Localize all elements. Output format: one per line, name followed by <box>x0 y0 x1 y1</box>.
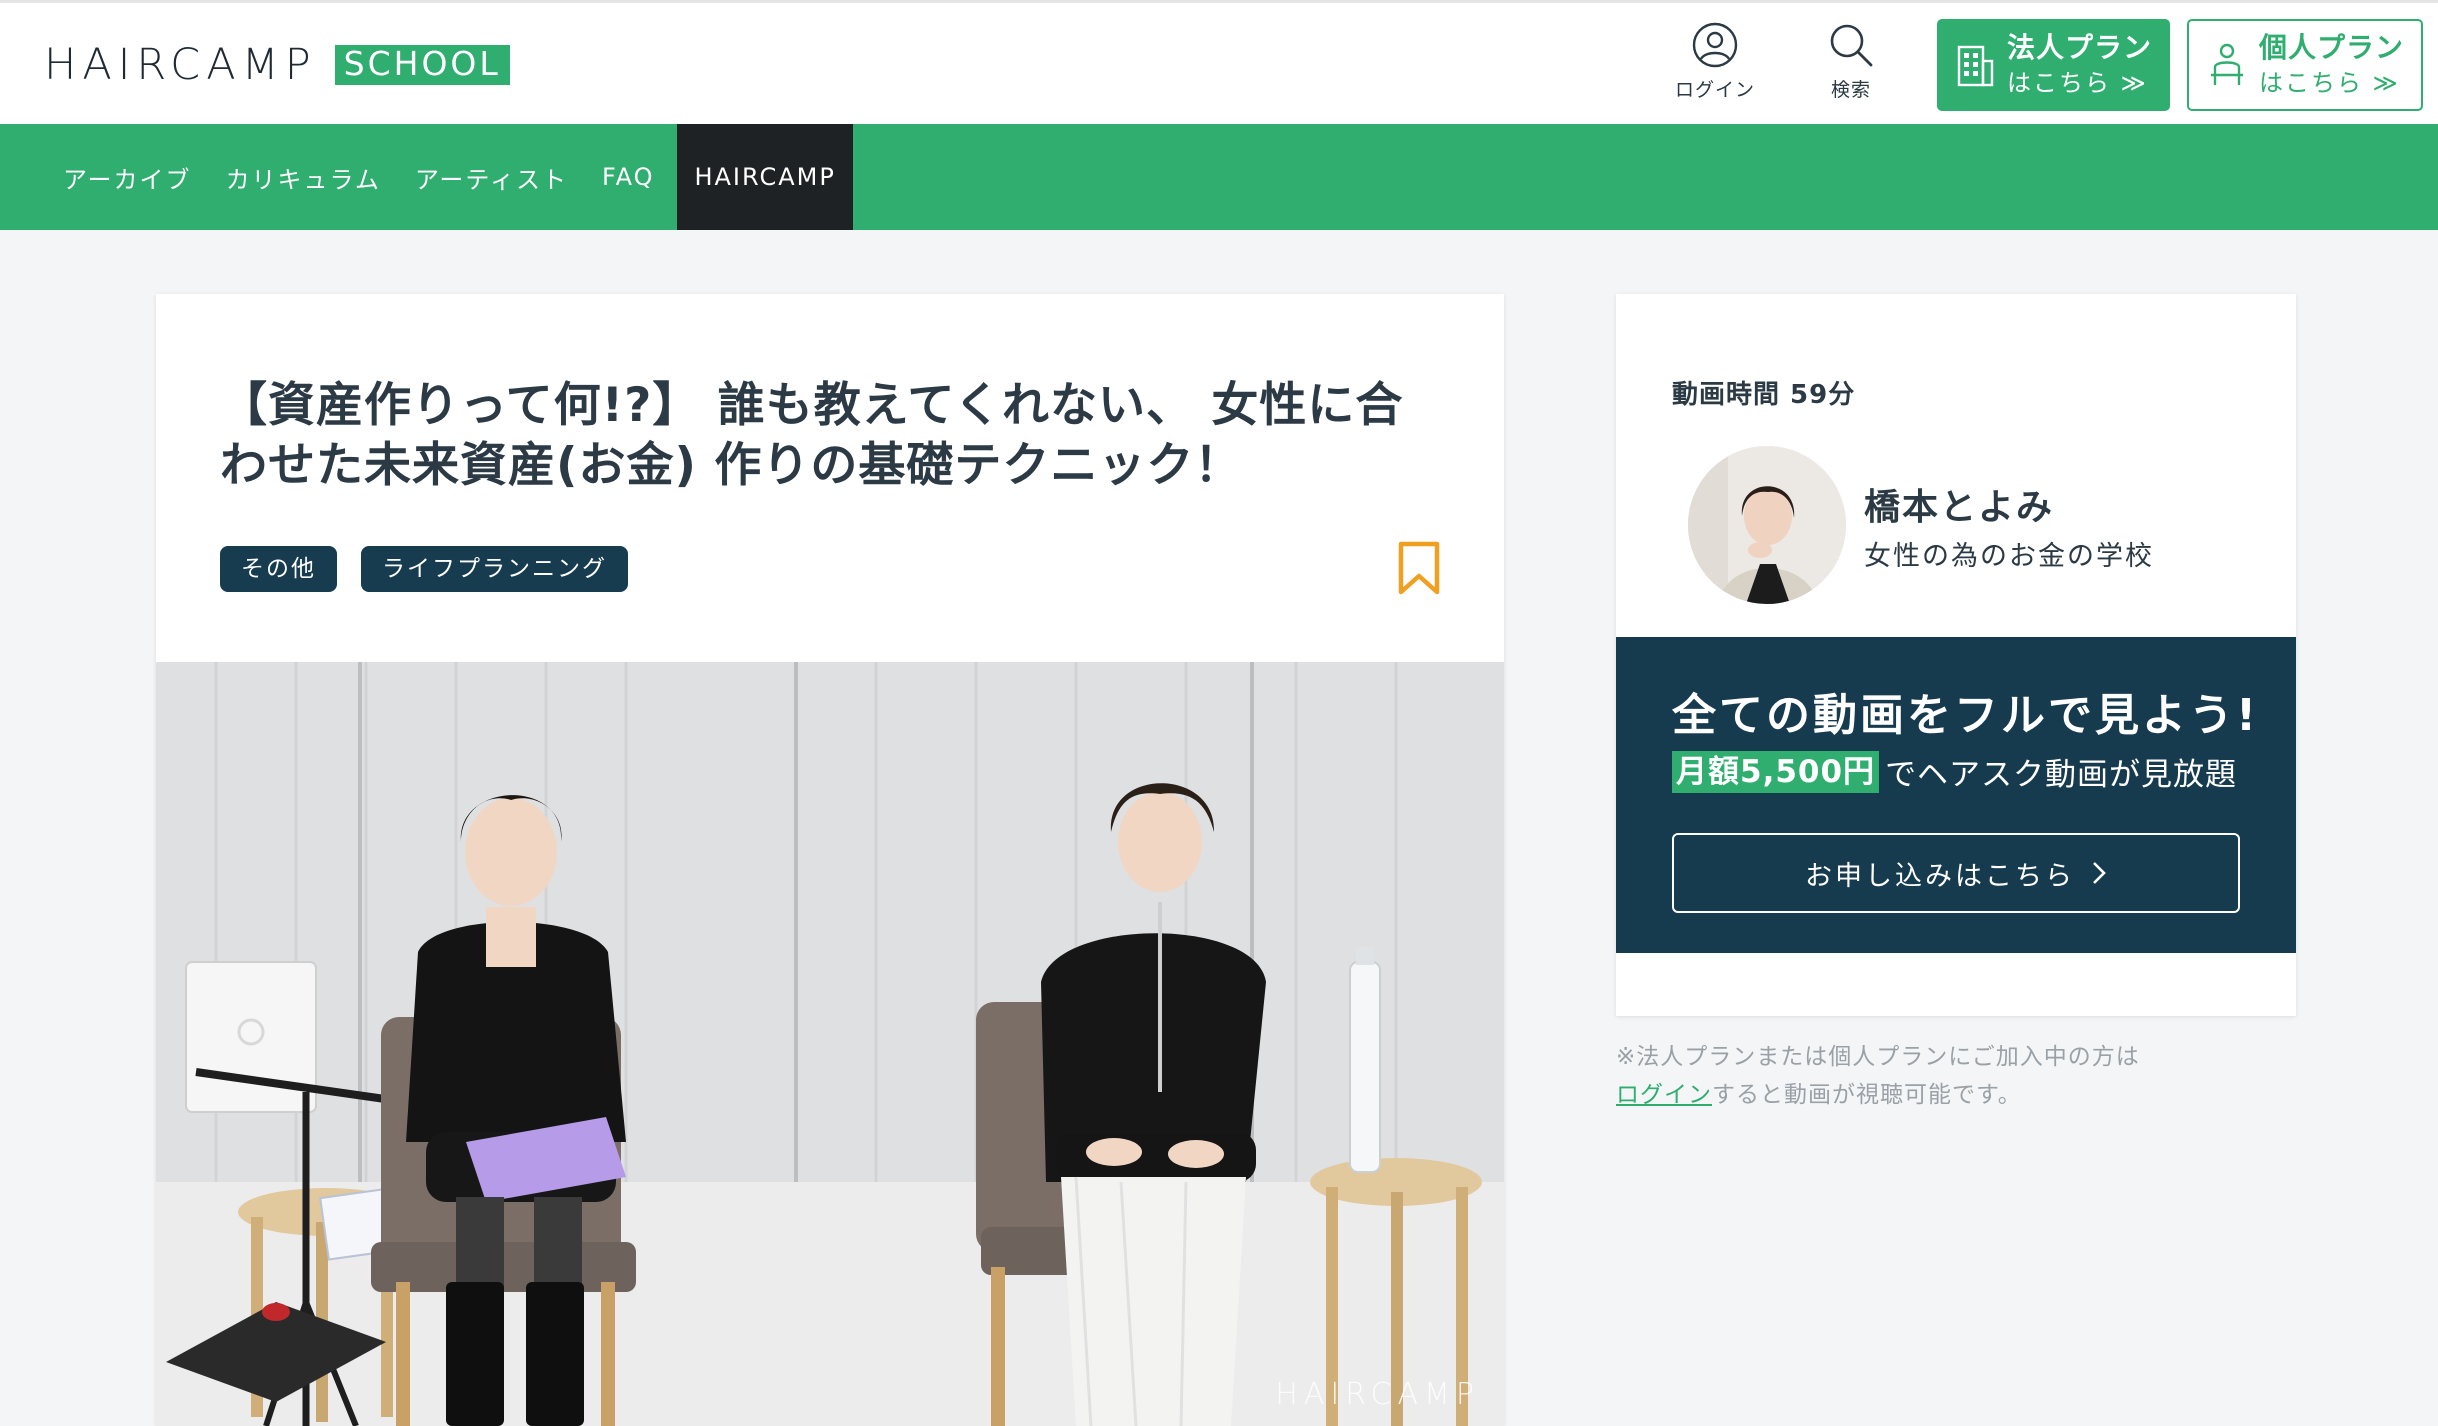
individual-plan-button[interactable]: 個人プラン はこちら ≫ <box>2187 19 2423 111</box>
apply-button[interactable]: お申し込みはこちら <box>1672 833 2240 913</box>
tag-life-planning[interactable]: ライフプランニング <box>361 546 628 592</box>
login-label: ログイン <box>1674 79 1755 101</box>
site-logo[interactable]: HAIRCAMP SCHOOL <box>44 39 510 91</box>
nav-item-haircamp[interactable]: HAIRCAMP <box>677 124 853 230</box>
video-duration: 動画時間 59分 <box>1672 380 1856 410</box>
promo-price: 月額5,500円 <box>1672 750 1880 793</box>
individual-plan-sub: はこちら ≫ <box>2259 69 2400 97</box>
corporate-plan-sub: はこちら ≫ <box>2007 69 2148 97</box>
search-label: 検索 <box>1830 79 1871 101</box>
sidebar-card: 動画時間 59分 橋本とよみ 女性の為のお金の学校 全ての動画をフルで見よう! … <box>1616 294 2296 1016</box>
apply-button-label: お申し込みはこちら <box>1805 860 2075 892</box>
main-nav: アーカイブ カリキュラム アーティスト FAQ HAIRCAMP <box>0 124 2438 230</box>
login-note: ※法人プランまたは個人プランにご加入中の方は ログインすると動画が視聴可能です。 <box>1616 1038 2296 1114</box>
chevron-right-icon <box>2093 862 2106 884</box>
tag-list: その他 ライフプランニング <box>220 546 628 592</box>
note-line: ※法人プランまたは個人プランにご加入中の方は <box>1616 1044 2140 1070</box>
user-icon <box>1692 22 1738 68</box>
promo-subtext: 月額5,500円 でヘアスク動画が見放題 <box>1672 749 2237 794</box>
artist-photo <box>1688 446 1846 604</box>
building-icon <box>1957 45 1994 87</box>
artist-avatar[interactable] <box>1688 446 1846 604</box>
promo-heading: 全ての動画をフルで見よう! <box>1672 690 2260 741</box>
nav-item-archive[interactable]: アーカイブ <box>46 124 209 230</box>
person-chair-icon <box>2211 43 2243 85</box>
article-card: 【資産作りって何!?】 誰も教えてくれない、 女性に合わせた未来資産(お金) 作… <box>156 294 1504 1426</box>
logo-badge: SCHOOL <box>334 45 510 85</box>
note-rest: すると動画が視聴可能です。 <box>1712 1082 2022 1108</box>
article-title: 【資産作りって何!?】 誰も教えてくれない、 女性に合わせた未来資産(お金) 作… <box>220 378 1404 493</box>
nav-item-curriculum[interactable]: カリキュラム <box>209 124 398 230</box>
tag-other[interactable]: その他 <box>220 546 337 592</box>
login-button[interactable]: ログイン <box>1660 21 1770 111</box>
corporate-plan-label: 法人プラン <box>2007 31 2153 64</box>
nav-item-faq[interactable]: FAQ <box>585 124 672 230</box>
site-header: HAIRCAMP SCHOOL ログイン 検索 法人プラン はこちら ≫ 個人プ… <box>0 3 2438 124</box>
promo-rest: でヘアスク動画が見放題 <box>1885 757 2238 793</box>
video-player[interactable]: HAIRCAMP <box>156 662 1504 1426</box>
corporate-plan-button[interactable]: 法人プラン はこちら ≫ <box>1937 19 2170 111</box>
artist-name[interactable]: 橋本とよみ <box>1864 478 2054 530</box>
individual-plan-label: 個人プラン <box>2259 31 2405 64</box>
artist-description: 女性の為のお金の学校 <box>1864 541 2154 572</box>
search-button[interactable]: 検索 <box>1796 21 1906 111</box>
note-login-link[interactable]: ログイン <box>1616 1082 1712 1108</box>
bookmark-icon[interactable] <box>1396 540 1442 596</box>
nav-item-artist[interactable]: アーティスト <box>398 124 585 230</box>
video-watermark: HAIRCAMP <box>1275 1377 1480 1412</box>
video-thumbnail <box>156 662 1504 1426</box>
search-icon <box>1830 24 1873 67</box>
logo-text: HAIRCAMP <box>44 40 317 90</box>
subscription-promo: 全ての動画をフルで見よう! 月額5,500円 でヘアスク動画が見放題 お申し込み… <box>1616 637 2296 953</box>
